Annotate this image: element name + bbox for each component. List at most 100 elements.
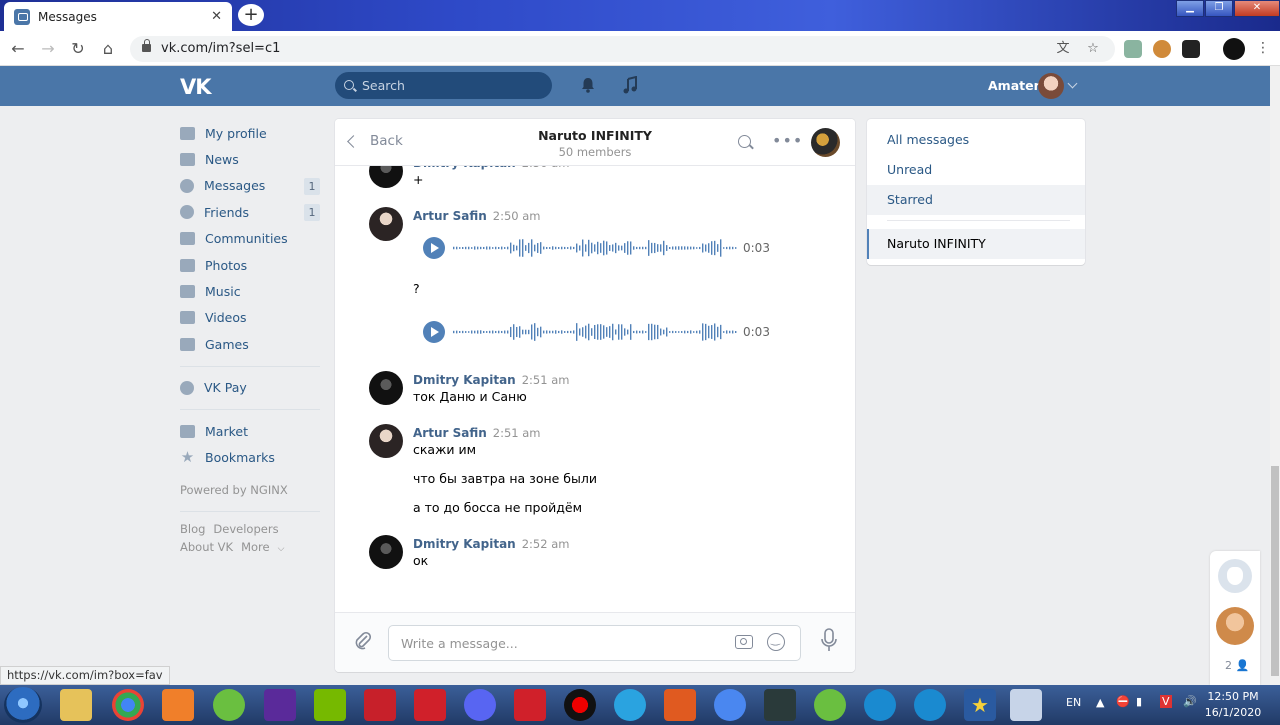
- home-icon[interactable]: ⌂: [98, 39, 118, 59]
- message-author[interactable]: Artur Safin 2:50 am: [413, 209, 541, 223]
- footer-link-blog[interactable]: Blog: [180, 522, 205, 536]
- footer-link-more[interactable]: More: [241, 540, 270, 554]
- message-author[interactable]: Dmitry Kapitan 2:52 am: [413, 537, 569, 551]
- minimize-button[interactable]: ▁: [1176, 0, 1204, 17]
- search-icon[interactable]: [738, 135, 751, 148]
- translate-icon[interactable]: 文: [1055, 41, 1071, 57]
- scrollbar-thumb[interactable]: [1271, 466, 1279, 676]
- music-note-icon[interactable]: [622, 76, 638, 94]
- profile-avatar-icon[interactable]: [1223, 38, 1245, 60]
- filter-unread[interactable]: Unread: [867, 155, 1085, 185]
- emoji-smile-icon[interactable]: [767, 633, 785, 651]
- audio-waveform[interactable]: [453, 238, 739, 258]
- bookmark-star-icon[interactable]: ☆: [1085, 41, 1101, 57]
- star-app-icon[interactable]: ★: [964, 689, 996, 721]
- game-app-icon[interactable]: [414, 689, 446, 721]
- open-chat-item[interactable]: Naruto INFINITY: [867, 229, 1085, 259]
- cast-extension-icon[interactable]: [1124, 40, 1142, 58]
- user-avatar[interactable]: [1038, 73, 1064, 99]
- filter-all-messages[interactable]: All messages: [867, 125, 1085, 155]
- close-window-button[interactable]: ✕: [1234, 0, 1280, 17]
- user-name[interactable]: Amater: [988, 78, 1040, 93]
- microphone-icon[interactable]: [819, 627, 839, 653]
- message-time: 2:51 am: [521, 373, 570, 387]
- chat-avatar[interactable]: [811, 128, 840, 157]
- browser-tab[interactable]: Messages ✕: [4, 2, 232, 31]
- media-player-icon[interactable]: [162, 689, 194, 721]
- audio-waveform[interactable]: [453, 322, 739, 342]
- filter-starred[interactable]: Starred: [867, 185, 1085, 215]
- avatar[interactable]: [369, 207, 403, 241]
- sidebar-item-photos[interactable]: Photos: [180, 252, 320, 278]
- avatar[interactable]: [369, 424, 403, 458]
- paint-icon[interactable]: [1010, 689, 1042, 721]
- online-friends-count[interactable]: 2 👤: [1225, 659, 1249, 672]
- system-clock[interactable]: 12:50 PM 16/1/2020: [1203, 689, 1263, 721]
- network-icon[interactable]: ⛔: [1116, 695, 1130, 708]
- sidebar-item-vk-pay[interactable]: VK Pay: [180, 375, 320, 401]
- play-icon[interactable]: [423, 237, 445, 259]
- discord-icon[interactable]: [464, 689, 496, 721]
- sidebar-item-bookmarks[interactable]: ★ Bookmarks: [180, 444, 320, 470]
- language-indicator[interactable]: EN: [1066, 696, 1081, 709]
- utility-icon[interactable]: [814, 689, 846, 721]
- maximize-button[interactable]: ❐: [1205, 0, 1233, 17]
- cookie-extension-icon[interactable]: [1153, 40, 1171, 58]
- menu-kebab-icon[interactable]: ⋮: [1256, 40, 1270, 58]
- new-tab-button[interactable]: +: [238, 4, 264, 26]
- more-options-icon[interactable]: •••: [772, 131, 803, 150]
- edge-beta-icon[interactable]: [914, 689, 946, 721]
- signal-icon[interactable]: ▮: [1136, 695, 1142, 708]
- game-app-icon[interactable]: [664, 689, 696, 721]
- file-explorer-icon[interactable]: [60, 689, 92, 721]
- windows-taskbar: ★ EN ▲ ⛔ ▮ V 🔊 12:50 PM 16/1/2020: [0, 685, 1280, 725]
- chrome-icon[interactable]: [112, 689, 144, 721]
- address-bar[interactable]: vk.com/im?sel=c1 文 ☆: [130, 36, 1115, 62]
- reload-icon[interactable]: ↻: [68, 39, 88, 59]
- sidebar-item-games[interactable]: Games: [180, 331, 320, 357]
- windows-start-icon[interactable]: [4, 687, 42, 723]
- telegram-icon[interactable]: [614, 689, 646, 721]
- sidebar-item-music[interactable]: Music: [180, 278, 320, 304]
- vk-dog-icon[interactable]: [1218, 559, 1252, 593]
- sidebar-item-messages[interactable]: Messages 1: [180, 173, 320, 199]
- sidebar-item-news[interactable]: News: [180, 146, 320, 172]
- bell-icon[interactable]: [580, 77, 596, 93]
- back-arrow-icon[interactable]: ←: [8, 39, 28, 59]
- sidebar-item-my-profile[interactable]: My profile: [180, 120, 320, 146]
- sidebar-item-videos[interactable]: Videos: [180, 305, 320, 331]
- ghost-extension-icon[interactable]: [1182, 40, 1200, 58]
- play-icon[interactable]: [423, 321, 445, 343]
- sidebar-item-communities[interactable]: Communities: [180, 226, 320, 252]
- game-launcher-icon[interactable]: [364, 689, 396, 721]
- volume-icon[interactable]: 🔊: [1183, 695, 1197, 708]
- tab-close-icon[interactable]: ✕: [211, 9, 222, 24]
- vk-logo[interactable]: VK: [180, 75, 212, 99]
- search-input[interactable]: Search: [335, 72, 552, 99]
- cpu-icon[interactable]: [264, 689, 296, 721]
- shopping-bag-icon: [180, 424, 195, 438]
- avatar[interactable]: [369, 371, 403, 405]
- mini-chat-avatar[interactable]: [1216, 607, 1254, 645]
- sidebar-item-friends[interactable]: Friends 1: [180, 199, 320, 225]
- utility-icon[interactable]: [213, 689, 245, 721]
- footer-link-developers[interactable]: Developers: [213, 522, 278, 536]
- nvidia-icon[interactable]: [314, 689, 346, 721]
- game-app-icon[interactable]: [514, 689, 546, 721]
- message-author[interactable]: Artur Safin 2:51 am: [413, 426, 541, 440]
- message-author[interactable]: Dmitry Kapitan 2:51 am: [413, 373, 569, 387]
- nox-icon[interactable]: [764, 689, 796, 721]
- tray-expand-icon[interactable]: ▲: [1096, 696, 1104, 709]
- record-icon[interactable]: [564, 689, 596, 721]
- camera-icon[interactable]: [735, 635, 753, 649]
- avatar[interactable]: [369, 535, 403, 569]
- footer-link-about[interactable]: About VK: [180, 540, 233, 554]
- chevron-down-icon[interactable]: [1067, 78, 1078, 89]
- sidebar-item-market[interactable]: Market: [180, 418, 320, 444]
- browser-icon[interactable]: [714, 689, 746, 721]
- page-scrollbar[interactable]: [1270, 66, 1280, 685]
- paperclip-icon[interactable]: [353, 631, 373, 651]
- forward-arrow-icon[interactable]: →: [38, 39, 58, 59]
- edge-beta-icon[interactable]: [864, 689, 896, 721]
- antivirus-icon[interactable]: V: [1160, 695, 1172, 708]
